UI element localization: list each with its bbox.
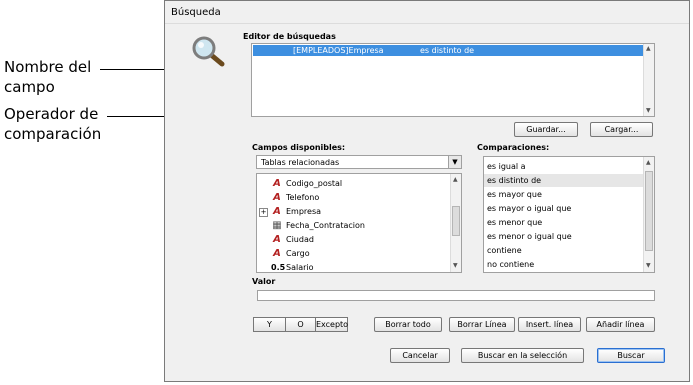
- field-item[interactable]: ▦ Fecha_Contratacion: [263, 219, 365, 233]
- field-item[interactable]: A Codigo_postal: [263, 177, 342, 191]
- comparisons-scrollbar[interactable]: ▲ ▼: [643, 157, 654, 272]
- magnifier-icon: [191, 35, 225, 69]
- expand-icon[interactable]: +: [259, 208, 268, 217]
- except-button[interactable]: Excepto: [315, 317, 348, 332]
- field-item-label: Salario: [286, 263, 314, 272]
- query-line-operator: es distinto de: [420, 46, 475, 55]
- dialog-title: Búsqueda: [171, 7, 221, 18]
- comparisons-label: Comparaciones:: [477, 143, 550, 152]
- scroll-thumb[interactable]: [452, 206, 460, 236]
- scroll-down-icon[interactable]: ▼: [646, 108, 651, 114]
- query-editor[interactable]: [EMPLEADOS]Empresa es distinto de ▲ ▼: [251, 43, 655, 117]
- or-button[interactable]: O: [285, 317, 316, 332]
- fields-list[interactable]: A Codigo_postal A Telefono + A Empresa ▦ Fecha_C…: [256, 173, 462, 273]
- cancel-button[interactable]: Cancelar: [390, 348, 450, 363]
- query-line-field: [EMPLEADOS]Empresa: [293, 46, 384, 55]
- comparison-item[interactable]: es menor o igual que: [484, 230, 643, 243]
- scroll-up-icon[interactable]: ▲: [646, 46, 651, 52]
- clear-line-button[interactable]: Borrar Línea: [449, 317, 515, 332]
- table-select-value: Tablas relacionadas: [261, 158, 340, 167]
- comparison-item[interactable]: es mayor que: [484, 188, 643, 201]
- and-button[interactable]: Y: [253, 317, 286, 332]
- field-item[interactable]: A Cargo: [263, 247, 310, 261]
- search-button[interactable]: Buscar: [597, 348, 665, 363]
- title-bar: Búsqueda: [165, 1, 689, 24]
- field-item[interactable]: A Telefono: [263, 191, 319, 205]
- field-item[interactable]: + A Empresa: [259, 205, 322, 219]
- search-dialog: Búsqueda Editor de búsquedas [EMPLEADOS]…: [164, 0, 690, 382]
- date-field-icon: ▦: [272, 220, 282, 231]
- text-field-icon: A: [273, 178, 281, 189]
- annotation-operator: Operador de comparación: [4, 105, 102, 143]
- comparison-item[interactable]: contiene: [484, 244, 643, 257]
- search-selection-button[interactable]: Buscar en la selección: [461, 348, 584, 363]
- field-item[interactable]: 0.5Salario: [263, 261, 314, 272]
- add-line-button[interactable]: Añadir línea: [586, 317, 655, 332]
- save-button[interactable]: Guardar...: [514, 122, 578, 137]
- value-label: Valor: [252, 277, 276, 286]
- comparison-item[interactable]: es menor que: [484, 216, 643, 229]
- field-item-label: Codigo_postal: [286, 179, 343, 188]
- table-select[interactable]: Tablas relacionadas ▼: [256, 155, 462, 169]
- field-item-label: Fecha_Contratacion: [286, 221, 365, 230]
- scroll-down-icon[interactable]: ▼: [646, 263, 651, 269]
- text-field-icon: A: [273, 206, 281, 217]
- scroll-up-icon[interactable]: ▲: [453, 177, 458, 183]
- scroll-thumb[interactable]: [645, 171, 653, 251]
- text-field-icon: A: [273, 248, 281, 259]
- fields-label: Campos disponibles:: [252, 143, 346, 152]
- editor-label: Editor de búsquedas: [243, 32, 336, 41]
- comparison-item[interactable]: es igual a: [484, 160, 643, 173]
- field-item-label: Cargo: [286, 249, 310, 258]
- field-item[interactable]: A Ciudad: [263, 233, 314, 247]
- insert-line-button[interactable]: Insert. línea: [518, 317, 581, 332]
- field-item-label: Telefono: [286, 193, 320, 202]
- editor-scrollbar[interactable]: ▲ ▼: [643, 44, 654, 116]
- annotation-field-name: Nombre del campo: [4, 58, 92, 96]
- chevron-down-icon[interactable]: ▼: [448, 156, 461, 168]
- comparison-item[interactable]: no contiene: [484, 258, 643, 271]
- field-item-label: Ciudad: [286, 235, 314, 244]
- field-item-label: Empresa: [286, 207, 322, 216]
- scroll-down-icon[interactable]: ▼: [453, 263, 458, 269]
- scroll-up-icon[interactable]: ▲: [646, 160, 651, 166]
- comparison-item[interactable]: es mayor o igual que: [484, 202, 643, 215]
- query-line-selected[interactable]: [EMPLEADOS]Empresa es distinto de: [253, 45, 643, 56]
- text-field-icon: A: [273, 192, 281, 203]
- value-input[interactable]: [257, 290, 655, 301]
- load-button[interactable]: Cargar...: [590, 122, 653, 137]
- comparisons-list[interactable]: es igual a es distinto de es mayor que es m…: [483, 156, 655, 273]
- fields-scrollbar[interactable]: ▲ ▼: [450, 174, 461, 272]
- number-field-icon: 0.5: [271, 263, 286, 272]
- comparison-item[interactable]: es distinto de: [484, 174, 643, 187]
- clear-all-button[interactable]: Borrar todo: [374, 317, 442, 332]
- text-field-icon: A: [273, 234, 281, 245]
